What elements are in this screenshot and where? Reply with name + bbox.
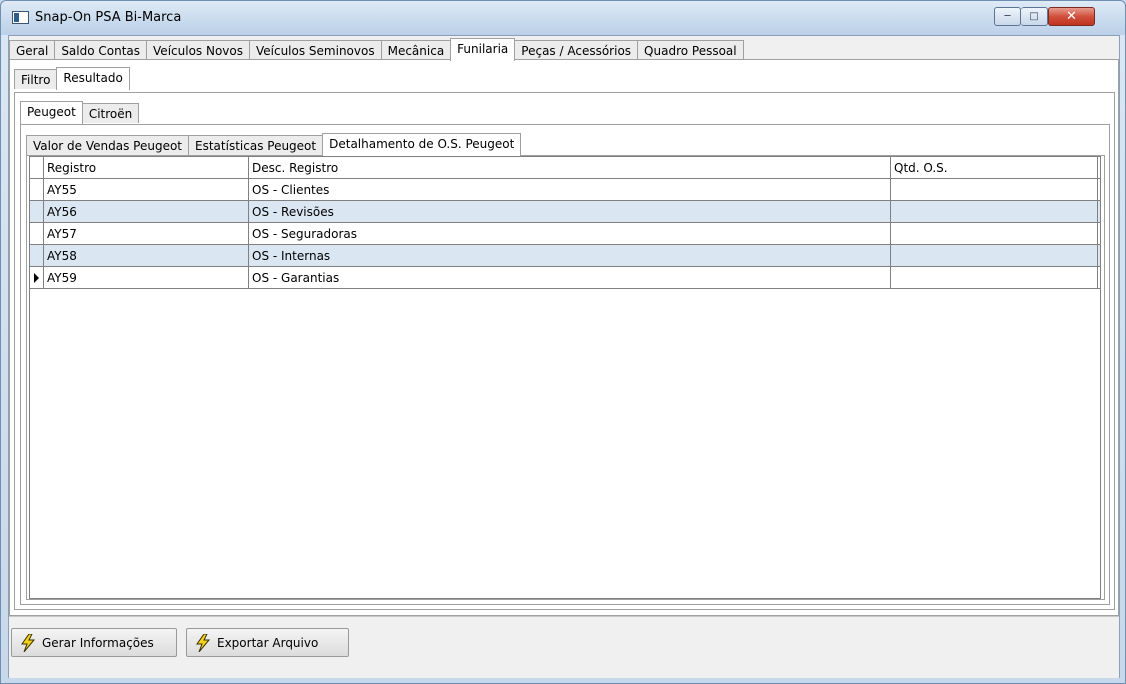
row-selector[interactable] [30,223,44,244]
cell-desc[interactable]: OS - Internas [249,245,891,266]
cell-desc[interactable]: OS - Garantias [249,267,891,288]
close-icon: ✕ [1066,9,1077,24]
tab-valor-de-vendas-peugeot[interactable]: Valor de Vendas Peugeot [26,135,190,155]
maximize-icon: □ [1029,11,1039,22]
tab-resultado[interactable]: Resultado [56,67,130,90]
maximize-button[interactable]: □ [1021,7,1048,26]
tab-peugeot[interactable]: Peugeot [20,101,83,124]
cell-qtd[interactable] [891,267,1098,288]
cell-registro[interactable]: AY57 [44,223,249,244]
table-row[interactable]: AY59 OS - Garantias [30,267,1100,289]
cell-desc[interactable]: OS - Revisões [249,201,891,222]
cell-registro[interactable]: AY59 [44,267,249,288]
minimize-icon: ─ [1004,11,1011,22]
cell-desc[interactable]: OS - Clientes [249,179,891,200]
cell-desc[interactable]: OS - Seguradoras [249,223,891,244]
brand-tab-strip: Peugeot Citroën [20,100,140,124]
cell-registro[interactable]: AY55 [44,179,249,200]
header-registro[interactable]: Registro [44,157,249,178]
gerar-informacoes-button[interactable]: Gerar Informações [11,628,177,657]
current-row-arrow-icon [34,272,39,283]
cell-qtd[interactable] [891,201,1098,222]
title-bar[interactable]: Snap-On PSA Bi-Marca ─ □ ✕ [1,1,1125,35]
sub-tab-strip: Filtro Resultado [14,65,130,90]
cell-qtd[interactable] [891,179,1098,200]
header-qtd-os[interactable]: Qtd. O.S. [891,157,1098,178]
table-row[interactable]: AY56 OS - Revisões [30,201,1100,223]
row-selector[interactable] [30,201,44,222]
app-icon [12,11,29,24]
cell-qtd[interactable] [891,223,1098,244]
minimize-button[interactable]: ─ [994,7,1021,26]
tab-mecanica[interactable]: Mecânica [380,40,452,60]
grid-rows: AY55 OS - Clientes AY56 OS - Revisões AY… [30,179,1100,289]
tab-detalhamento-os-peugeot[interactable]: Detalhamento de O.S. Peugeot [322,133,522,156]
tab-geral[interactable]: Geral [9,40,56,60]
window-title: Snap-On PSA Bi-Marca [35,10,182,25]
row-selector[interactable] [30,245,44,266]
exportar-arquivo-label: Exportar Arquivo [217,635,319,650]
tab-pecas-acessorios[interactable]: Peças / Acessórios [514,40,639,60]
table-row[interactable]: AY58 OS - Internas [30,245,1100,267]
tab-funilaria[interactable]: Funilaria [450,38,516,61]
lightning-bolt-icon [21,633,36,652]
tab-veiculos-seminovos[interactable]: Veículos Seminovos [248,40,382,60]
grid-corner-cell [30,157,44,178]
exportar-arquivo-button[interactable]: Exportar Arquivo [186,628,349,657]
client-area: Geral Saldo Contas Veículos Novos Veícul… [8,35,1120,678]
cell-registro[interactable]: AY58 [44,245,249,266]
tab-quadro-pessoal[interactable]: Quadro Pessoal [637,40,744,60]
tab-veiculos-novos[interactable]: Veículos Novos [146,40,250,60]
lightning-bolt-icon [196,633,211,652]
tab-estatisticas-peugeot[interactable]: Estatísticas Peugeot [188,135,324,155]
row-selector[interactable] [30,267,44,288]
header-desc-registro[interactable]: Desc. Registro [249,157,891,178]
grid-header: Registro Desc. Registro Qtd. O.S. [30,157,1100,179]
row-selector[interactable] [30,179,44,200]
cell-registro[interactable]: AY56 [44,201,249,222]
close-button[interactable]: ✕ [1048,7,1095,26]
tab-filtro[interactable]: Filtro [14,69,58,89]
tab-citroen[interactable]: Citroën [81,103,140,123]
table-row[interactable]: AY57 OS - Seguradoras [30,223,1100,245]
gerar-informacoes-label: Gerar Informações [42,635,154,650]
bottom-button-bar: Gerar Informações Exportar Arquivo [9,616,1119,678]
main-tab-strip: Geral Saldo Contas Veículos Novos Veícul… [9,36,744,61]
os-data-grid[interactable]: Registro Desc. Registro Qtd. O.S. AY55 O… [29,156,1101,599]
app-window: Snap-On PSA Bi-Marca ─ □ ✕ Geral Saldo C… [0,0,1126,684]
report-tab-strip: Valor de Vendas Peugeot Estatísticas Peu… [26,131,522,156]
tab-saldo-contas[interactable]: Saldo Contas [54,40,148,60]
cell-qtd[interactable] [891,245,1098,266]
table-row[interactable]: AY55 OS - Clientes [30,179,1100,201]
